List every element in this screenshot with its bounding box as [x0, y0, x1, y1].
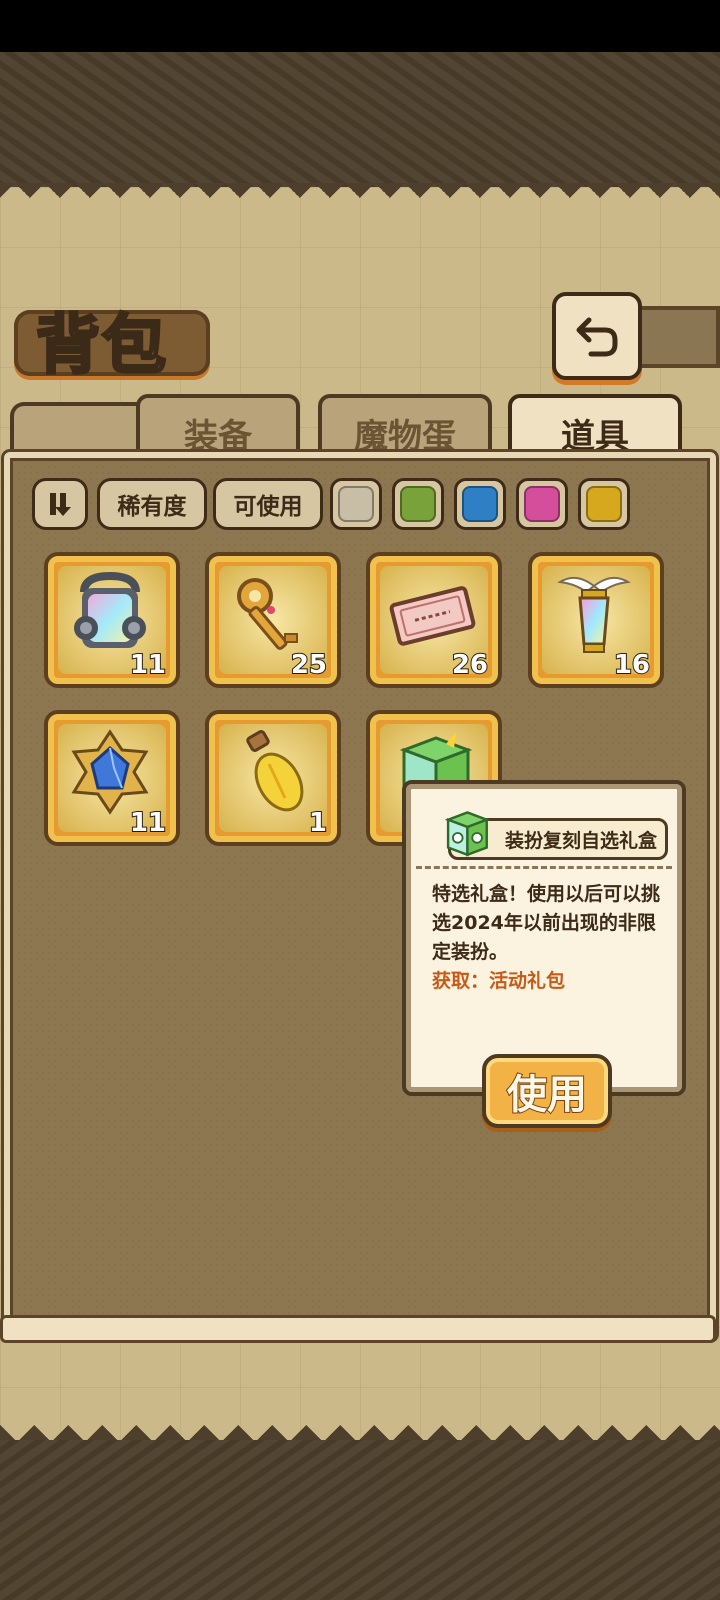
use-button[interactable]: 使用	[482, 1054, 612, 1128]
item-count: 11	[129, 807, 167, 839]
color-filter-gray[interactable]	[330, 478, 382, 530]
item-count: 25	[290, 649, 328, 681]
sort-toggle-button[interactable]	[32, 478, 88, 530]
item-slot[interactable]: 1	[205, 710, 341, 846]
popup-divider	[416, 866, 672, 869]
item-slot[interactable]: 11	[44, 710, 180, 846]
popup-header: 装扮复刻自选礼盒	[422, 798, 668, 862]
back-button[interactable]	[552, 292, 642, 380]
blue-gem-badge-icon	[71, 729, 149, 815]
gift-box-icon	[444, 811, 491, 857]
item-slot[interactable]: 25	[205, 552, 341, 688]
rainbow-backpack-icon	[74, 571, 146, 648]
item-count: 16	[613, 649, 651, 681]
item-count: 26	[451, 649, 489, 681]
torn-edge-bottom	[0, 1408, 720, 1442]
item-slot[interactable]: 11	[44, 552, 180, 688]
status-bar	[0, 0, 720, 52]
winged-lantern-icon	[557, 576, 631, 653]
item-detail-popup: 装扮复刻自选礼盒 特选礼盒！使用以后可以挑选2024年以前出现的非限定装扮。 获…	[402, 780, 686, 1096]
item-count: 1	[308, 807, 328, 839]
back-arrow-icon	[576, 317, 618, 357]
item-count: 11	[129, 649, 167, 681]
golden-key-icon	[237, 578, 298, 650]
torn-edge-top	[0, 183, 720, 213]
color-filter-green[interactable]	[392, 478, 444, 530]
color-filter-purple[interactable]	[516, 478, 568, 530]
color-filter-gold[interactable]	[578, 478, 630, 530]
filter-usable-button[interactable]: 可使用	[213, 478, 323, 530]
ticket-icon	[389, 586, 476, 646]
background-top	[0, 52, 720, 187]
sort-toggle-icon	[50, 493, 71, 516]
popup-source: 获取：活动礼包	[432, 970, 566, 992]
panel-bottom-bar	[0, 1315, 716, 1343]
item-slot[interactable]: 16	[528, 552, 664, 688]
color-filter-blue[interactable]	[454, 478, 506, 530]
yellow-potion-icon	[246, 730, 304, 812]
popup-description: 特选礼盒！使用以后可以挑选2024年以前出现的非限定装扮。	[432, 883, 661, 963]
filter-rarity-button[interactable]: 稀有度	[97, 478, 207, 530]
item-slot[interactable]: 26	[366, 552, 502, 688]
page-title: 背包	[35, 307, 168, 385]
background-bottom	[0, 1440, 720, 1600]
